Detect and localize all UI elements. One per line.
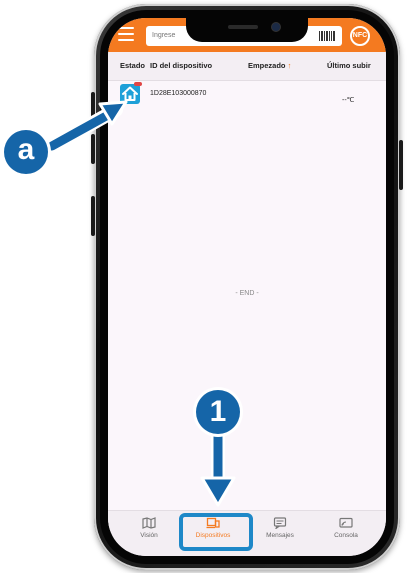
speaker-grille: [228, 25, 258, 29]
annotation-marker-a: a: [4, 130, 48, 174]
arrow-1: [200, 419, 236, 507]
front-camera: [272, 23, 280, 31]
phone-notch: [186, 18, 308, 42]
screenshot-stage: Ingrese NFC Estado ID del dispositivo Em…: [0, 0, 412, 573]
annotation-marker-1: 1: [196, 390, 240, 434]
devices-tab-highlight: [179, 513, 253, 551]
annotation-arrows: [45, 100, 236, 507]
arrow-a: [45, 100, 128, 153]
